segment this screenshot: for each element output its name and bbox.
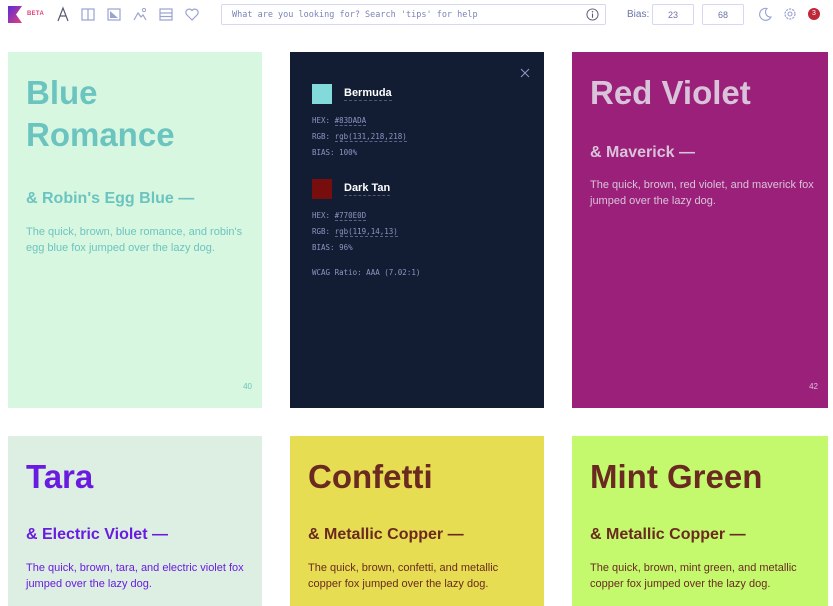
- font-icon[interactable]: [55, 6, 71, 22]
- bias-value: 100%: [339, 148, 358, 157]
- bias-label: BIAS:: [312, 243, 335, 252]
- hex-label: HEX:: [312, 211, 331, 220]
- hex-value[interactable]: #770E0D: [334, 211, 367, 221]
- rows-icon[interactable]: [158, 6, 174, 22]
- card-number: 40: [243, 382, 252, 391]
- hex-label: HEX:: [312, 116, 331, 125]
- color-detail-panel: Bermuda HEX: #83DADA RGB: rgb(131,218,21…: [290, 52, 544, 408]
- color-swatch-bermuda: [312, 84, 332, 104]
- rgb-value[interactable]: rgb(131,218,218): [334, 132, 407, 142]
- wcag-ratio: WCAG Ratio: AAA (7.02:1): [312, 268, 421, 277]
- card-body: The quick, brown, tara, and electric vio…: [26, 562, 244, 590]
- bias-input-1[interactable]: [652, 4, 694, 25]
- bias-label: BIAS:: [312, 148, 335, 157]
- image-icon[interactable]: [132, 6, 148, 22]
- rgb-label: RGB:: [312, 132, 331, 141]
- bias-row: BIAS: 100%: [312, 148, 357, 157]
- card-subtitle: & Maverick —: [590, 144, 695, 161]
- palette-card-confetti[interactable]: Confetti & Metallic Copper — The quick, …: [290, 436, 544, 606]
- bias-input-2[interactable]: [702, 4, 744, 25]
- palette-card-blue-romance[interactable]: Blue Romance & Robin's Egg Blue — The qu…: [8, 52, 262, 408]
- card-body: The quick, brown, mint green, and metall…: [590, 562, 797, 590]
- beta-badge: BETA: [27, 11, 45, 17]
- card-title: Tara: [26, 458, 94, 495]
- palette-card-tara[interactable]: Tara & Electric Violet — The quick, brow…: [8, 436, 262, 606]
- hex-value[interactable]: #83DADA: [334, 116, 367, 126]
- heart-icon[interactable]: [184, 6, 200, 22]
- notification-badge[interactable]: 3: [808, 8, 820, 20]
- color-name-link[interactable]: Dark Tan: [344, 182, 391, 196]
- search-input[interactable]: [232, 5, 587, 24]
- close-icon[interactable]: [520, 68, 530, 78]
- rgb-value[interactable]: rgb(119,14,13): [334, 227, 398, 237]
- card-number: 42: [809, 382, 818, 391]
- hex-row: HEX: #83DADA: [312, 116, 367, 126]
- card-title: Red Violet: [590, 74, 751, 111]
- palette-card-mint-green[interactable]: Mint Green & Metallic Copper — The quick…: [572, 436, 828, 606]
- card-subtitle: & Electric Violet —: [26, 526, 168, 543]
- card-title: Confetti: [308, 458, 433, 495]
- columns-icon[interactable]: [80, 6, 96, 22]
- rgb-label: RGB:: [312, 227, 331, 236]
- dark-mode-moon-icon[interactable]: [757, 6, 773, 22]
- palette-card-red-violet[interactable]: Red Violet & Maverick — The quick, brown…: [572, 52, 828, 408]
- card-subtitle: & Metallic Copper —: [308, 526, 464, 543]
- gear-icon[interactable]: [782, 6, 798, 22]
- rgb-row: RGB: rgb(131,218,218): [312, 132, 407, 142]
- bias-label: Bias:: [627, 9, 650, 20]
- bias-row: BIAS: 96%: [312, 243, 353, 252]
- search-box: [221, 4, 606, 25]
- hex-row: HEX: #770E0D: [312, 211, 367, 221]
- top-toolbar: BETA Bias: 3: [0, 0, 833, 30]
- card-body: The quick, brown, confetti, and metallic…: [308, 562, 499, 590]
- color-swatch-dark-tan: [312, 179, 332, 199]
- card-body: The quick, brown, blue romance, and robi…: [26, 226, 243, 254]
- info-icon[interactable]: [586, 8, 599, 21]
- color-name-link[interactable]: Bermuda: [344, 87, 392, 101]
- card-subtitle: & Metallic Copper —: [590, 526, 746, 543]
- card-subtitle: & Robin's Egg Blue —: [26, 190, 195, 207]
- bias-value: 96%: [339, 243, 353, 252]
- rgb-row: RGB: rgb(119,14,13): [312, 227, 398, 237]
- card-body: The quick, brown, red violet, and maveri…: [590, 179, 814, 207]
- app-logo[interactable]: [8, 6, 22, 23]
- card-title: Mint Green: [590, 458, 763, 495]
- card-title-line-2: Romance: [26, 116, 175, 153]
- gradient-icon[interactable]: [106, 6, 122, 22]
- card-title: Blue Romance: [26, 72, 175, 156]
- card-title-line-1: Blue: [26, 74, 98, 111]
